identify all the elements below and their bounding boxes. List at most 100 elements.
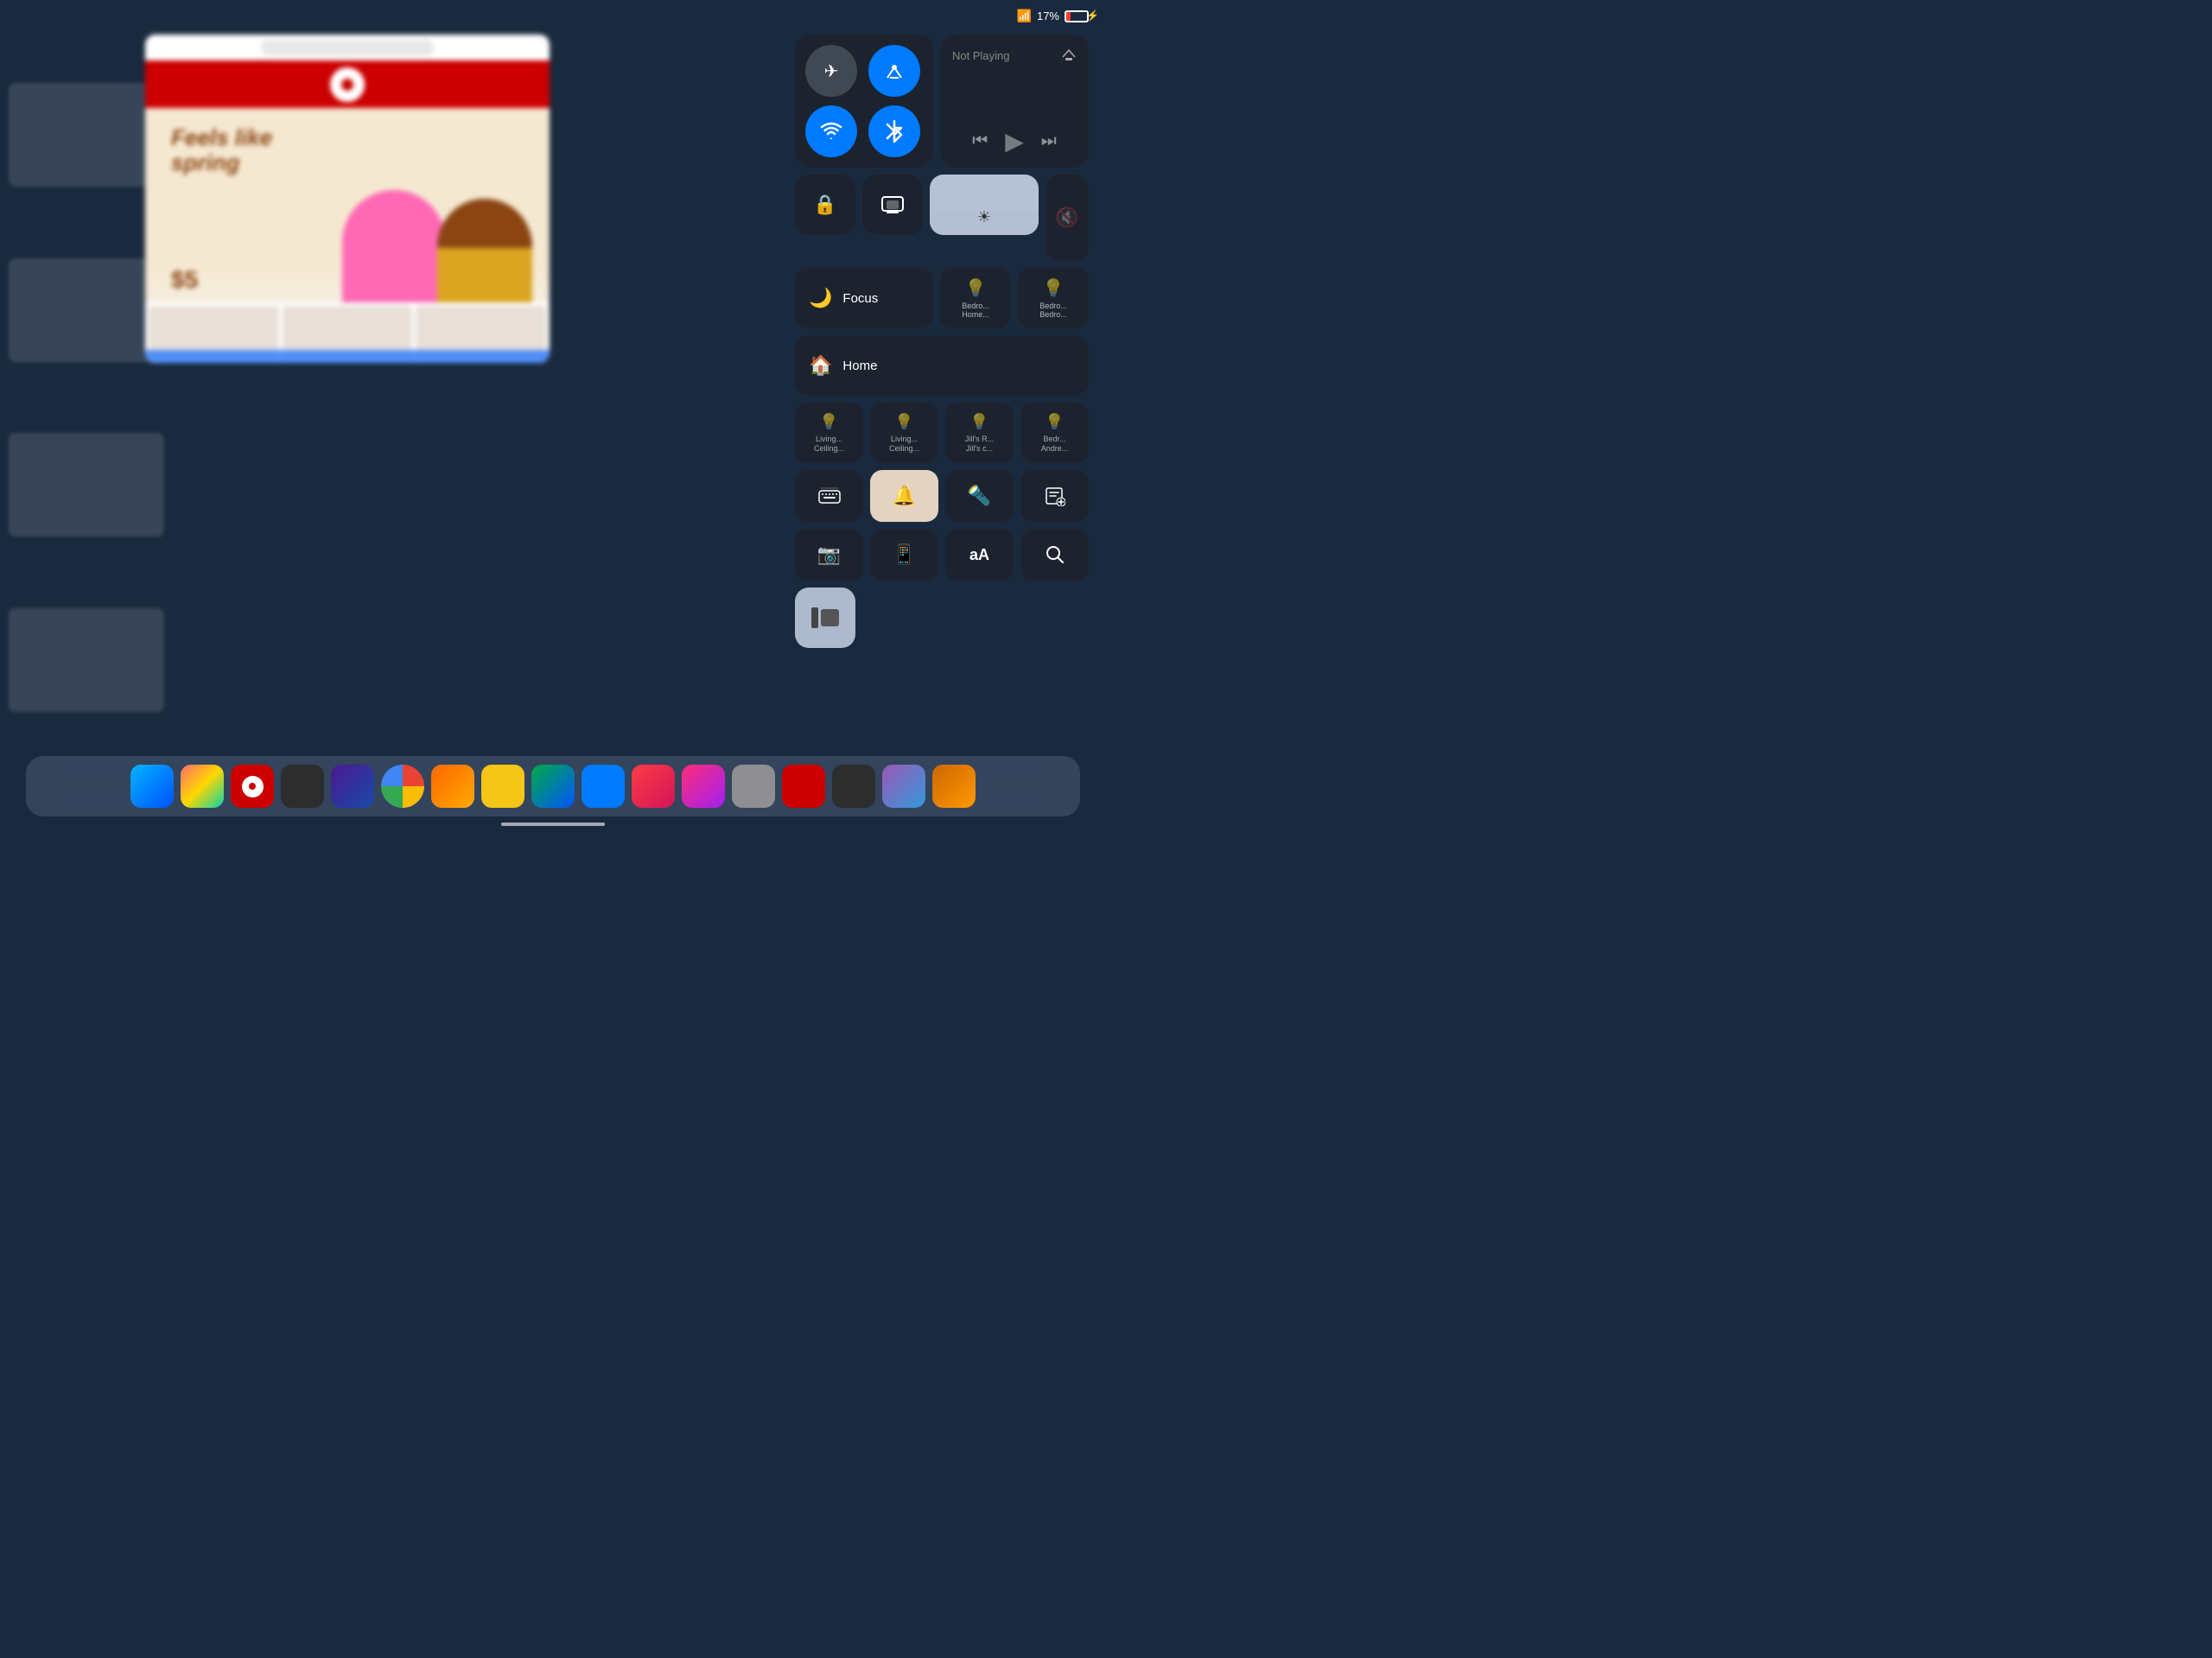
dock-app6[interactable]: [732, 765, 775, 808]
light-living2-button[interactable]: 💡 Living...Ceiling...: [870, 403, 938, 463]
dock-arc[interactable]: [331, 765, 374, 808]
brightness-panel[interactable]: ☀: [930, 175, 1039, 235]
target-logo: [330, 67, 365, 102]
bottom-bar: [145, 350, 550, 363]
bg-window-3: [9, 433, 164, 537]
connectivity-panel: ✈: [795, 35, 933, 168]
dock-app1[interactable]: [431, 765, 474, 808]
flashlight-button[interactable]: 🔦: [945, 470, 1014, 522]
focus-label: Focus: [842, 291, 878, 306]
search-icon: [1046, 545, 1065, 564]
target-banner: [145, 60, 550, 108]
remote-button[interactable]: 📱: [870, 529, 938, 581]
bg-window-2: [9, 258, 164, 362]
play-button[interactable]: ▶: [1005, 127, 1024, 156]
dock-safari[interactable]: [130, 765, 174, 808]
dock-app5[interactable]: [682, 765, 725, 808]
dock-chrome[interactable]: [381, 765, 424, 808]
cc-row-lights: 💡 Living...Ceiling... 💡 Living...Ceiling…: [795, 403, 1089, 463]
light-label-3: Jill's R...Jill's c...: [965, 435, 994, 454]
url-bar: [261, 40, 434, 55]
volume-panel[interactable]: 🔇: [1046, 175, 1089, 261]
home-label: Home: [842, 359, 877, 373]
bedroom-home-button[interactable]: 💡 Bedro...Home...: [940, 268, 1011, 328]
price-text: $5: [171, 266, 198, 294]
dock-target[interactable]: [231, 765, 274, 808]
wifi-button[interactable]: [805, 105, 857, 157]
stage-manager-button[interactable]: [795, 588, 855, 648]
dock-notes[interactable]: [281, 765, 324, 808]
dock-app4[interactable]: [582, 765, 625, 808]
dock-app7[interactable]: [782, 765, 825, 808]
cc-row-actions: 🔔 🔦: [795, 470, 1089, 522]
search-button[interactable]: [1020, 529, 1089, 581]
cc-row-connectivity-nowplaying: ✈: [795, 35, 1089, 168]
light-label-4: Bedr...Andre...: [1041, 435, 1069, 454]
charging-icon: ⚡: [1086, 10, 1099, 22]
dock-music[interactable]: [632, 765, 675, 808]
screen-mirror-button[interactable]: [862, 175, 923, 235]
light-label-2: Living...Ceiling...: [889, 435, 919, 454]
dock-app3[interactable]: [531, 765, 575, 808]
app-content: Feels likespring $5: [145, 108, 550, 363]
focus-moon-icon: 🌙: [809, 287, 832, 309]
cc-row-focus: 🌙 Focus 💡 Bedro...Home... 💡 Bedro...Bedr…: [795, 268, 1089, 328]
dock: [26, 756, 1080, 816]
bedroom-icon-2: 💡: [1043, 277, 1065, 299]
battery-icon: ⚡: [1065, 10, 1089, 22]
bluetooth-button[interactable]: [868, 105, 920, 157]
app-header: [145, 35, 550, 60]
cc-row-stage-manager: [795, 588, 1089, 648]
bg-window-4: [9, 608, 164, 712]
wifi-icon: [820, 122, 842, 141]
notes-add-icon: [1045, 486, 1065, 506]
dock-app8[interactable]: [832, 765, 875, 808]
home-indicator: [501, 823, 605, 826]
airdrop-icon: [884, 60, 905, 81]
np-header: Not Playing: [952, 47, 1077, 65]
next-button[interactable]: ⏭: [1041, 131, 1057, 151]
dock-photos[interactable]: [181, 765, 224, 808]
bedroom-icon-1: 💡: [965, 277, 987, 299]
light-living1-button[interactable]: 💡 Living...Ceiling...: [795, 403, 863, 463]
cc-row-utilities: 📷 📱 aA: [795, 529, 1089, 581]
now-playing-title: Not Playing: [952, 49, 1009, 62]
dock-app2[interactable]: [481, 765, 524, 808]
airplane-mode-button[interactable]: ✈: [805, 45, 857, 97]
screen-lock-button[interactable]: 🔒: [795, 175, 855, 235]
light-jills-button[interactable]: 💡 Jill's R...Jill's c...: [945, 403, 1014, 463]
bluetooth-icon: [886, 119, 903, 143]
keyboard-backlight-button[interactable]: [795, 470, 863, 522]
dock-app9[interactable]: [882, 765, 925, 808]
home-panel[interactable]: 🏠 Home: [795, 335, 1089, 396]
dock-app10[interactable]: [932, 765, 976, 808]
home-icon: 🏠: [809, 354, 832, 377]
brightness-icon: ☀: [977, 208, 991, 226]
wifi-icon-status: 📶: [1017, 9, 1032, 23]
light-icon-1: 💡: [819, 413, 838, 431]
control-center: ✈: [795, 35, 1089, 648]
text-size-button[interactable]: aA: [945, 529, 1014, 581]
focus-button[interactable]: 🌙 Focus: [795, 268, 933, 328]
prev-button[interactable]: ⏮: [972, 131, 988, 151]
main-app-window[interactable]: Feels likespring $5: [145, 35, 550, 363]
light-icon-3: 💡: [969, 413, 988, 431]
status-bar: 📶 17% ⚡: [1017, 9, 1089, 23]
battery-percent: 17%: [1037, 10, 1059, 22]
light-icon-4: 💡: [1045, 413, 1064, 431]
bedroom2-button[interactable]: 💡 Bedro...Bedro...: [1018, 268, 1089, 328]
cc-row-screen: 🔒 ☀ 🔇: [795, 175, 1089, 261]
promo-text: Feels likespring: [171, 125, 272, 175]
now-playing-panel: Not Playing ⏮ ▶ ⏭: [940, 35, 1089, 168]
notifications-button[interactable]: 🔔: [870, 470, 938, 522]
light-label-1: Living...Ceiling...: [814, 435, 844, 454]
camera-button[interactable]: 📷: [795, 529, 863, 581]
airplay-icon[interactable]: [1061, 47, 1077, 65]
add-notes-button[interactable]: [1020, 470, 1089, 522]
stage-manager-icon: [810, 602, 841, 633]
np-controls: ⏮ ▶ ⏭: [952, 127, 1077, 156]
mirror-icon: [880, 195, 905, 214]
airdrop-button[interactable]: [868, 45, 920, 97]
bedroom-label-1: Bedro...Home...: [962, 302, 989, 319]
light-bedr-button[interactable]: 💡 Bedr...Andre...: [1020, 403, 1089, 463]
